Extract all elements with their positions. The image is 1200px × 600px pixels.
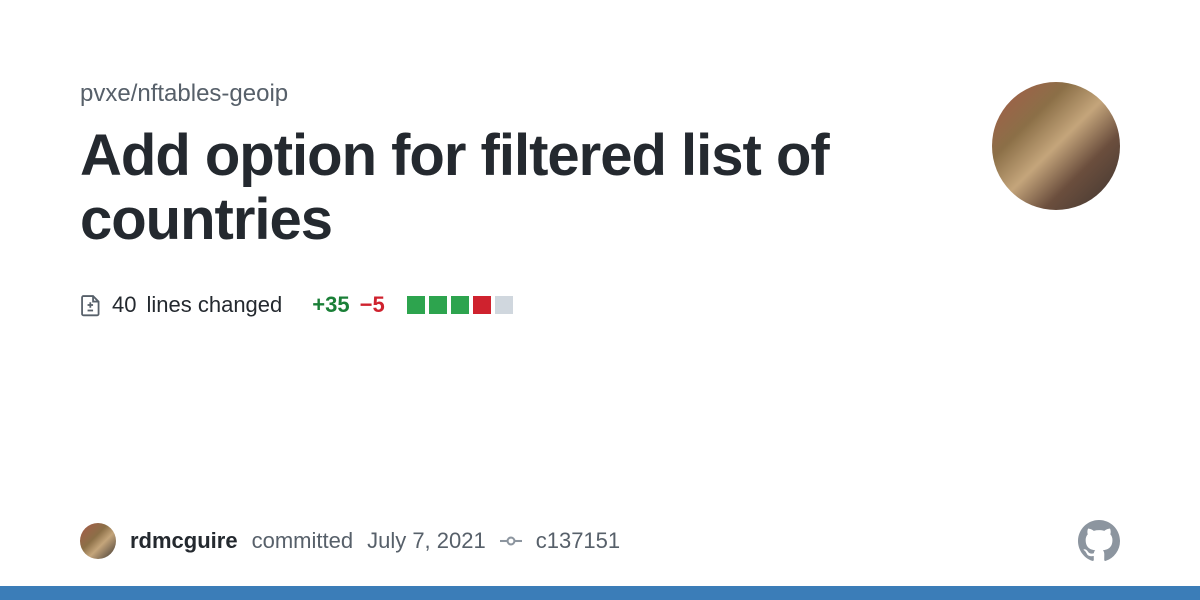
- footer: rdmcguire committed July 7, 2021 c137151: [80, 520, 1120, 562]
- commit-icon: [500, 530, 522, 552]
- author-avatar-large[interactable]: [992, 82, 1120, 210]
- diff-block-gray: [495, 296, 513, 314]
- commit-action: committed: [252, 528, 353, 554]
- lines-text: lines changed: [146, 292, 282, 318]
- file-diff-icon: [80, 292, 102, 318]
- author-section: rdmcguire committed July 7, 2021 c137151: [80, 523, 620, 559]
- commit-card: pvxe/nftables-geoip Add option for filte…: [0, 0, 1200, 600]
- deletions-count: −5: [360, 292, 385, 318]
- repo-path[interactable]: pvxe/nftables-geoip: [80, 80, 1120, 108]
- bottom-accent-bar: [0, 586, 1200, 600]
- diff-block-green: [429, 296, 447, 314]
- diff-block-red: [473, 296, 491, 314]
- diff-block-green: [451, 296, 469, 314]
- additions-count: +35: [312, 292, 349, 318]
- diff-block-green: [407, 296, 425, 314]
- diff-summary: 40 lines changed +35 −5: [80, 292, 1120, 318]
- lines-count: 40: [112, 292, 136, 318]
- author-name[interactable]: rdmcguire: [130, 528, 238, 554]
- avatar-image: [992, 82, 1120, 210]
- author-avatar-small[interactable]: [80, 523, 116, 559]
- commit-title: Add option for filtered list of countrie…: [80, 124, 900, 252]
- commit-hash[interactable]: c137151: [536, 528, 620, 554]
- github-logo-icon[interactable]: [1078, 520, 1120, 562]
- diff-blocks: [407, 296, 513, 314]
- commit-date: July 7, 2021: [367, 528, 486, 554]
